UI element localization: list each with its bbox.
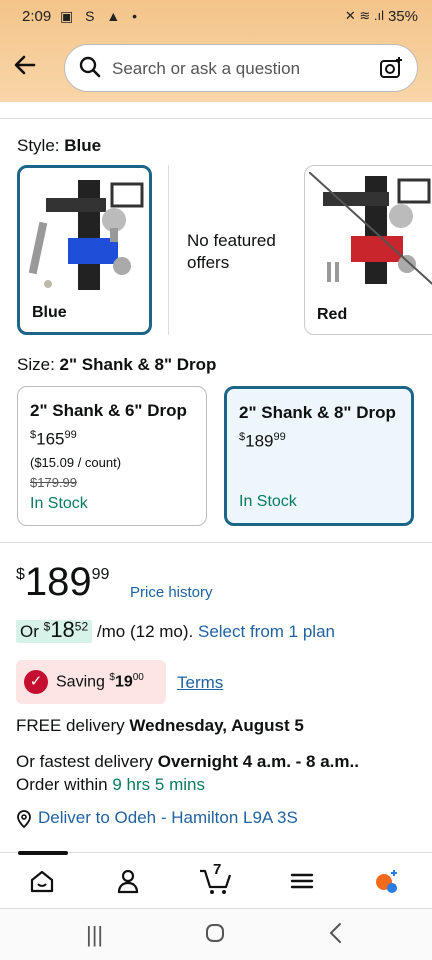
size-option-price: $18999 bbox=[239, 431, 286, 451]
order-within: Order within 9 hrs 5 mins bbox=[16, 775, 205, 794]
terms-link[interactable]: Terms bbox=[177, 673, 223, 693]
unit-price: ($15.09 / count) bbox=[30, 455, 122, 470]
system-nav-bar: ||| bbox=[0, 908, 432, 960]
size-option-title: 2" Shank & 8" Drop bbox=[239, 403, 396, 422]
divider bbox=[0, 118, 432, 119]
divider bbox=[168, 165, 169, 335]
checkmark-icon: ✓ bbox=[24, 670, 48, 694]
price-history-link[interactable]: Price history bbox=[130, 584, 213, 601]
select-plan-link[interactable]: Select from 1 plan bbox=[198, 622, 335, 641]
divider bbox=[0, 542, 432, 543]
search-input[interactable]: Search or ask a question bbox=[112, 59, 300, 79]
no-featured-offers: No featured offers bbox=[187, 231, 276, 272]
back-system-button[interactable] bbox=[328, 922, 344, 944]
battery-level: 35% bbox=[387, 8, 418, 25]
size-option-6-drop[interactable]: 2" Shank & 6" Drop $16599 ($15.09 / coun… bbox=[17, 386, 207, 526]
product-price: $18999 bbox=[16, 560, 110, 604]
cart-count: 7 bbox=[213, 861, 222, 878]
size-option-title: 2" Shank & 6" Drop bbox=[30, 401, 187, 420]
monthly-payment: Or $1852 /mo (12 mo). Select from 1 plan bbox=[16, 617, 335, 643]
free-delivery: FREE delivery Wednesday, August 5 bbox=[16, 716, 304, 735]
search-bar[interactable]: Search or ask a question bbox=[64, 44, 418, 92]
deliver-to-link[interactable]: Deliver to Odeh - Hamilton L9A 3S bbox=[16, 808, 298, 828]
size-option-price: $16599 bbox=[30, 429, 77, 449]
location-pin-icon bbox=[17, 809, 31, 828]
style-option-blue[interactable]: Blue bbox=[17, 165, 152, 335]
style-option-label: Blue bbox=[32, 304, 67, 321]
blue-hitch-image bbox=[28, 180, 144, 290]
header: 2:09 ▣ S ▲ • ✕ ≋ .ıl 35% Search or ask a… bbox=[0, 0, 432, 102]
rufus-assistant-icon[interactable] bbox=[372, 867, 400, 895]
red-hitch-image bbox=[309, 172, 432, 285]
bottom-nav: 7 bbox=[0, 851, 432, 908]
style-label: Style: Blue bbox=[17, 136, 102, 155]
style-option-label: Red bbox=[317, 306, 348, 323]
stock-status: In Stock bbox=[30, 495, 88, 512]
monthly-price-badge: Or $1852 bbox=[16, 617, 93, 643]
size-option-8-drop[interactable]: 2" Shank & 8" Drop $18999 In Stock bbox=[224, 386, 414, 526]
saving-badge: ✓ Saving $1900 bbox=[16, 660, 166, 704]
list-price: $179.99 bbox=[30, 475, 77, 490]
status-bar: 2:09 ▣ S ▲ • ✕ ≋ .ıl 35% bbox=[0, 0, 432, 34]
back-arrow-icon[interactable] bbox=[12, 52, 42, 82]
fastest-delivery: Or fastest delivery Overnight 4 a.m. - 8… bbox=[16, 752, 359, 771]
account-icon[interactable] bbox=[114, 867, 142, 895]
camera-search-icon[interactable] bbox=[379, 56, 403, 80]
active-tab-indicator bbox=[18, 851, 68, 855]
size-label: Size: 2" Shank & 8" Drop bbox=[17, 355, 217, 374]
style-option-red[interactable]: Red bbox=[304, 165, 432, 335]
stock-status: In Stock bbox=[239, 493, 297, 510]
home-icon[interactable] bbox=[28, 867, 56, 895]
signal-icons: ✕ ≋ .ıl bbox=[344, 8, 384, 23]
home-system-button[interactable] bbox=[205, 923, 225, 943]
search-icon bbox=[79, 56, 101, 78]
menu-icon[interactable] bbox=[288, 867, 316, 895]
recent-apps-button[interactable]: ||| bbox=[86, 922, 103, 948]
cart-button[interactable]: 7 bbox=[198, 861, 234, 897]
status-time: 2:09 bbox=[22, 8, 52, 25]
notification-icons: ▣ S ▲ • bbox=[60, 8, 141, 24]
